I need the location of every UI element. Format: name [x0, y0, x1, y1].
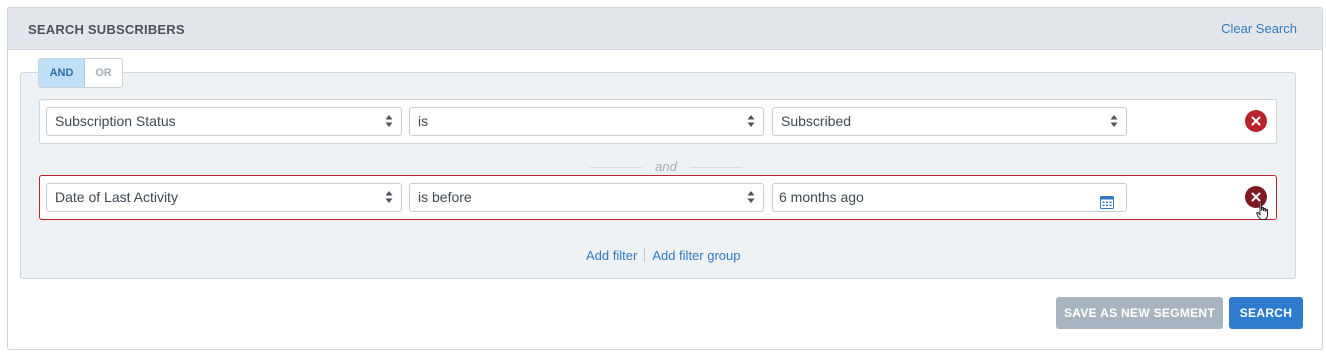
toggle-and-button[interactable]: AND: [39, 59, 85, 87]
sort-arrows-icon: [747, 114, 755, 128]
panel-header: SEARCH SUBSCRIBERS Clear Search: [8, 8, 1322, 50]
add-filter-links: Add filter Add filter group: [586, 248, 740, 263]
link-divider: [644, 248, 646, 262]
add-filter-group-link[interactable]: Add filter group: [652, 248, 740, 263]
filter-value-select[interactable]: Subscribed: [772, 107, 1127, 136]
calendar-icon[interactable]: [1100, 191, 1114, 218]
filter-row: Subscription Status is Subscribed: [39, 99, 1277, 144]
filter-value-text: Subscribed: [781, 113, 852, 129]
filter-field-value: Date of Last Activity: [55, 189, 178, 205]
sort-arrows-icon: [385, 190, 393, 204]
filter-operator-select[interactable]: is: [409, 107, 764, 136]
filter-field-value: Subscription Status: [55, 113, 176, 129]
sort-arrows-icon: [385, 114, 393, 128]
hand-pointer-icon: [1256, 201, 1270, 224]
and-or-toggle: AND OR: [38, 58, 123, 88]
add-filter-link[interactable]: Add filter: [586, 248, 637, 263]
filter-operator-value: is before: [418, 189, 472, 205]
save-as-new-segment-button[interactable]: SAVE AS NEW SEGMENT: [1056, 297, 1223, 329]
filter-operator-value: is: [418, 113, 429, 129]
panel-title: SEARCH SUBSCRIBERS: [28, 22, 185, 37]
close-icon: [1251, 116, 1261, 126]
and-separator: and: [590, 159, 742, 174]
date-value-text: 6 months ago: [779, 189, 864, 205]
search-button[interactable]: SEARCH: [1229, 297, 1303, 329]
date-value-input[interactable]: 6 months ago: [772, 183, 1127, 212]
remove-filter-button[interactable]: [1245, 110, 1267, 132]
filter-row-highlighted: Date of Last Activity is before 6 months…: [39, 175, 1277, 220]
separator-line: [690, 167, 742, 168]
filter-field-select[interactable]: Subscription Status: [46, 107, 402, 136]
filter-operator-select[interactable]: is before: [409, 183, 764, 212]
toggle-or-button[interactable]: OR: [85, 59, 122, 87]
filter-field-select[interactable]: Date of Last Activity: [46, 183, 402, 212]
sort-arrows-icon: [747, 190, 755, 204]
sort-arrows-icon: [1110, 114, 1118, 128]
clear-search-link[interactable]: Clear Search: [1221, 21, 1297, 36]
